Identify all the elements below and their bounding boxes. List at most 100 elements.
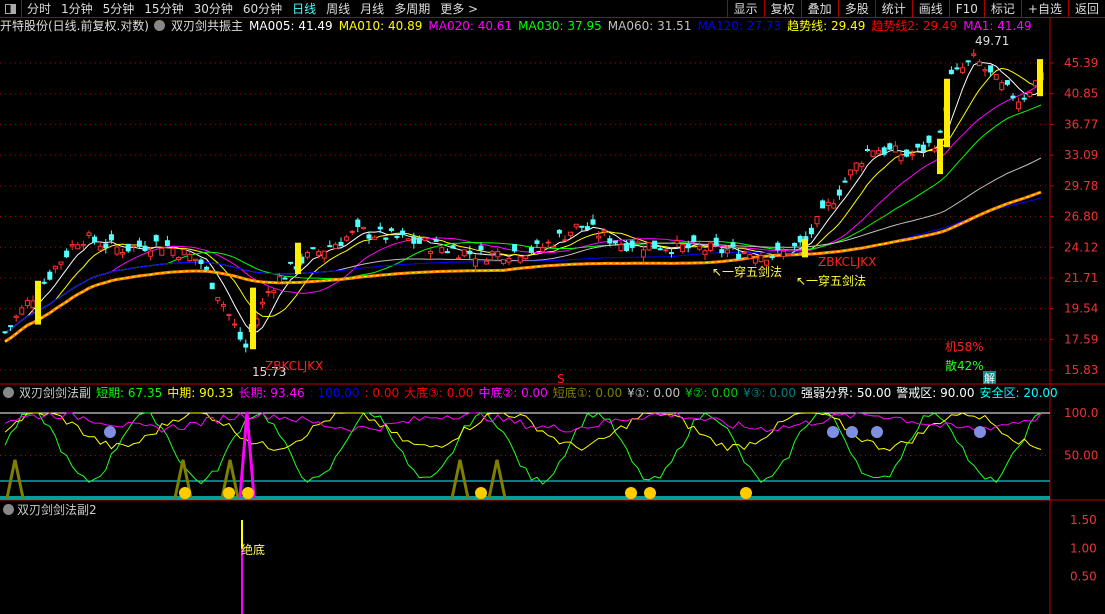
base-bar — [0, 496, 1050, 500]
candle — [1021, 97, 1027, 100]
candle — [243, 343, 249, 348]
candle — [948, 69, 954, 75]
chart-area[interactable]: 45.39 40.85 36.77 33.09 29.78 26.80 24.12 21.71… — [0, 0, 1105, 614]
candle — [360, 226, 366, 230]
candle — [19, 307, 25, 315]
smile-icon — [179, 487, 191, 499]
smile-icon — [740, 487, 752, 499]
sad-face-icon — [846, 426, 858, 438]
candle — [741, 252, 747, 255]
candle — [568, 231, 574, 236]
candle — [176, 257, 182, 261]
candle — [30, 300, 36, 308]
candle — [192, 258, 198, 262]
candle — [198, 259, 204, 265]
candle — [758, 255, 764, 263]
candle — [411, 236, 417, 244]
annotation-high: 49.71 — [975, 34, 1009, 48]
candle — [904, 149, 910, 157]
candle — [573, 223, 579, 228]
candle — [584, 226, 590, 231]
annotation-s: S — [557, 372, 565, 386]
candle — [618, 244, 624, 252]
y-tick-label: 29.78 — [1064, 179, 1098, 193]
signal-bar — [802, 239, 808, 258]
candle — [405, 238, 411, 241]
candle — [349, 230, 355, 233]
candle — [596, 235, 602, 239]
signal-label: 绝底 — [241, 542, 265, 557]
candle — [831, 203, 837, 209]
candle — [780, 250, 786, 257]
candle — [226, 313, 232, 317]
candle — [551, 245, 557, 248]
candle — [691, 235, 697, 243]
candle — [120, 252, 126, 255]
candle — [1004, 80, 1010, 85]
signal-bar — [35, 280, 41, 325]
candle — [876, 150, 882, 155]
candle — [461, 249, 467, 257]
candle — [394, 235, 400, 238]
candle — [898, 154, 904, 162]
candle — [601, 229, 607, 233]
candle — [276, 276, 282, 283]
candle — [136, 240, 142, 247]
candle — [702, 250, 708, 255]
candle — [870, 150, 876, 157]
candle — [786, 253, 792, 256]
candle — [97, 245, 103, 251]
candle — [164, 240, 170, 246]
candle — [148, 250, 154, 257]
candle — [1032, 80, 1038, 87]
sub1-y-tick: 50.00 — [1064, 449, 1098, 463]
signal-bar — [1037, 59, 1043, 97]
candle — [282, 277, 288, 280]
candle — [808, 227, 814, 235]
candle — [1010, 95, 1016, 99]
candle — [327, 245, 333, 248]
candle — [428, 250, 434, 255]
candle — [680, 243, 686, 253]
candle — [797, 236, 803, 243]
annotation-sword1: ↖一穿五剑法 — [712, 264, 782, 279]
candle — [954, 67, 960, 70]
candle — [612, 240, 618, 244]
candle — [444, 251, 450, 254]
annotation-zbk1: ZBKCLJKX — [265, 359, 323, 373]
signal-bar — [295, 242, 301, 275]
candle — [993, 74, 999, 80]
trend-line — [4, 190, 1042, 343]
candle — [92, 236, 98, 243]
signal-bar — [944, 78, 950, 148]
candle — [472, 258, 478, 267]
candle — [125, 243, 131, 252]
y-tick-label: 33.09 — [1064, 148, 1098, 162]
annotation-sword2: ↖一穿五剑法 — [796, 273, 866, 288]
sub2-y-tick: 1.50 — [1070, 513, 1097, 527]
candle — [338, 241, 344, 247]
candle — [75, 244, 81, 250]
signal-bar — [250, 287, 256, 350]
candle — [159, 247, 165, 256]
candle — [1027, 92, 1033, 97]
candle — [909, 153, 915, 157]
candle — [920, 144, 926, 152]
y-tick-label: 24.12 — [1064, 240, 1098, 254]
candle — [86, 232, 92, 236]
candle — [646, 242, 652, 251]
candle — [640, 249, 646, 258]
y-tick-label: 19.54 — [1064, 302, 1098, 316]
candle — [864, 149, 870, 152]
sad-face-icon — [871, 426, 883, 438]
candle — [512, 244, 518, 252]
candle — [590, 219, 596, 225]
candle — [517, 256, 523, 263]
candle — [131, 244, 137, 247]
y-tick-label: 21.71 — [1064, 271, 1098, 285]
sad-face-icon — [827, 426, 839, 438]
candle — [433, 239, 439, 242]
candle — [982, 69, 988, 72]
smile-icon — [475, 487, 487, 499]
candle — [232, 323, 238, 326]
